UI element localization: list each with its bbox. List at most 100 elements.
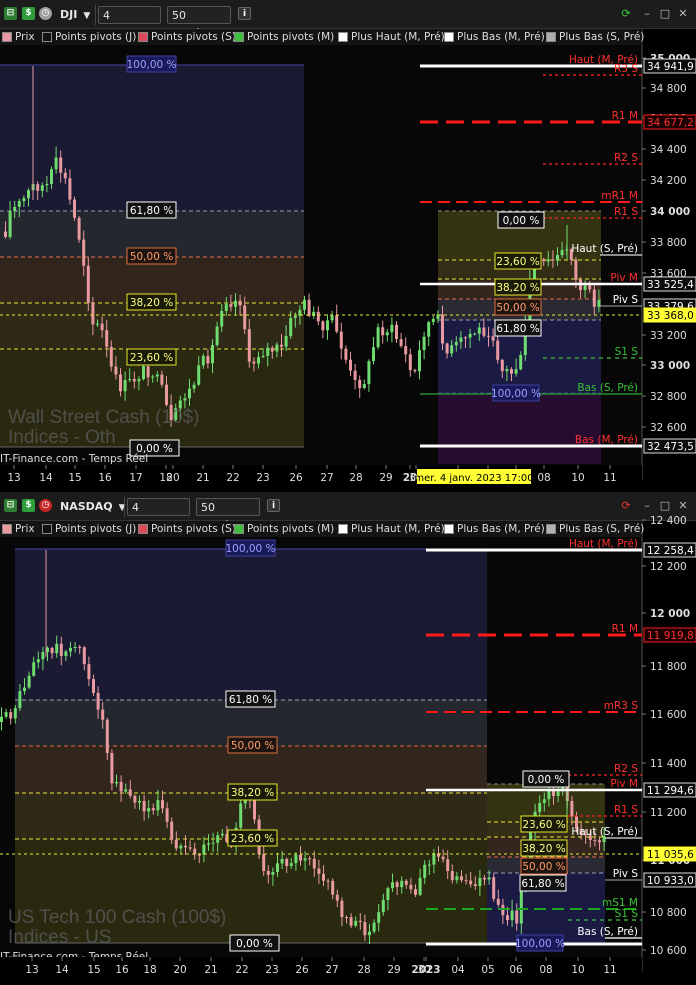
legend-item[interactable]: Prix (2, 522, 35, 536)
candle-body (146, 366, 150, 378)
candle-body (482, 327, 486, 336)
candle-body (500, 359, 504, 372)
legend-item[interactable]: Points pivots (J) (42, 30, 136, 44)
source-label: IT-Finance.com - Temps Réel (0, 453, 148, 465)
candle-body (123, 379, 127, 392)
legend-item[interactable]: Plus Bas (M, Pré) (444, 30, 545, 44)
candle-body (119, 781, 123, 792)
chart-panel-dji[interactable]: ⊟ $ ◷ DJI▼ 4 heures▼ 50 unités▼ i ⟳ – □ … (0, 0, 696, 492)
x-tick-label: 11 (603, 472, 616, 484)
candle-body (368, 931, 371, 936)
candle-body (17, 201, 21, 207)
candle-body (390, 324, 394, 333)
watermark-title: US Tech 100 Cash (100$) (8, 907, 226, 928)
pivot-label: R1 S (614, 804, 638, 816)
candle-body (261, 355, 265, 358)
x-tick-label: 15 (68, 472, 81, 484)
candle-body (27, 190, 30, 199)
price-tag-label: 34 941,9 (647, 61, 694, 73)
pivot-label: Bas (S, Pré) (577, 926, 638, 938)
candle-body (257, 357, 260, 364)
candle-body (473, 333, 477, 335)
y-tick-label: 34 400 (650, 144, 687, 156)
candle-body (519, 355, 523, 370)
candle-body (13, 708, 17, 719)
pivot-label: S1 S (615, 346, 639, 358)
candle-body (367, 361, 371, 385)
fib-label: 23,60 % (496, 256, 539, 268)
candle-body (109, 346, 113, 367)
legend-item[interactable]: Plus Bas (S, Pré) (546, 30, 644, 44)
candle-body (115, 781, 118, 784)
candle-body (160, 374, 164, 385)
legend-item[interactable]: Plus Haut (M, Pré) (338, 522, 445, 536)
candle-body (492, 877, 496, 899)
candle-body (455, 876, 459, 881)
price-tag-label: 10 933,0 (647, 875, 694, 887)
candle-body (253, 799, 256, 820)
legend-item[interactable]: Points pivots (M) (234, 30, 334, 44)
legend-label: Points pivots (J) (55, 31, 137, 43)
y-axis-area (642, 29, 696, 477)
candle-body (128, 379, 132, 381)
candle-body (514, 369, 518, 374)
candle-body (77, 217, 81, 240)
legend-item[interactable]: Points pivots (S) (138, 522, 236, 536)
candle-body (583, 285, 587, 291)
candle-body (335, 315, 339, 332)
price-tag-label: 33 368,0 (647, 310, 694, 322)
candle-body (101, 709, 105, 720)
candle-body (293, 316, 297, 319)
candle-body (202, 844, 206, 855)
candle-body (170, 821, 174, 840)
legend-item[interactable]: Prix (2, 30, 35, 44)
candle-body (128, 789, 132, 796)
candle-body (280, 344, 283, 347)
legend-swatch (338, 524, 348, 534)
y-tick-label: 11 400 (650, 758, 687, 770)
candle-body (317, 868, 321, 874)
candle-body (142, 800, 146, 812)
legend-item[interactable]: Points pivots (J) (42, 522, 136, 536)
price-chart[interactable]: Haut (M, Pré) R1 M mR3 S R2 S Piv M R1 S Haut … (0, 492, 696, 985)
candle-body (413, 370, 417, 372)
candle-body (427, 322, 431, 337)
legend-item[interactable]: Plus Bas (S, Pré) (546, 522, 644, 536)
legend-item[interactable]: Points pivots (M) (234, 522, 334, 536)
legend-swatch (2, 524, 12, 534)
fib-label: 38,20 % (130, 297, 173, 309)
candle-body (592, 289, 596, 307)
candle-body (340, 900, 344, 917)
legend-item[interactable]: Points pivots (S) (138, 30, 236, 44)
candle-body (446, 859, 450, 872)
legend-item[interactable]: Plus Haut (M, Pré) (338, 30, 445, 44)
candle-body (289, 863, 293, 867)
candle-body (40, 185, 44, 191)
legend-item[interactable]: Plus Bas (M, Pré) (444, 522, 545, 536)
chart-panel-nasdaq[interactable]: ⊟ $ ◷ NASDAQ▼ 4 heures▼ 50 unités▼ i ⟳ –… (0, 492, 696, 985)
candle-body (201, 355, 205, 366)
candle-body (464, 880, 468, 882)
candle-body (431, 318, 435, 323)
candle-body (477, 327, 481, 334)
price-chart[interactable]: Haut (M, Pré)R3 SR1 MR2 SmR1 MR1 SHaut (… (0, 0, 696, 492)
candle-body (496, 340, 500, 360)
pivot-label: Haut (S, Pré) (571, 243, 638, 255)
fib-label: 61,80 % (229, 694, 272, 706)
x-tick-label: 29 (387, 964, 400, 976)
x-tick-label: 20 (173, 964, 186, 976)
candle-body (418, 877, 422, 895)
candle-body (9, 712, 13, 719)
x-tick-label: 28 (357, 964, 370, 976)
x-tick-label: 16 (98, 472, 112, 484)
candle-body (137, 379, 141, 382)
candle-body (92, 679, 95, 693)
candle-body (87, 664, 91, 680)
fib-label: 23,60 % (130, 352, 173, 364)
candle-body (179, 845, 183, 849)
x-tick-label: 22 (226, 472, 239, 484)
candle-body (354, 920, 358, 926)
candle-body (192, 384, 196, 389)
candle-body (27, 675, 31, 688)
candle-body (542, 259, 546, 262)
